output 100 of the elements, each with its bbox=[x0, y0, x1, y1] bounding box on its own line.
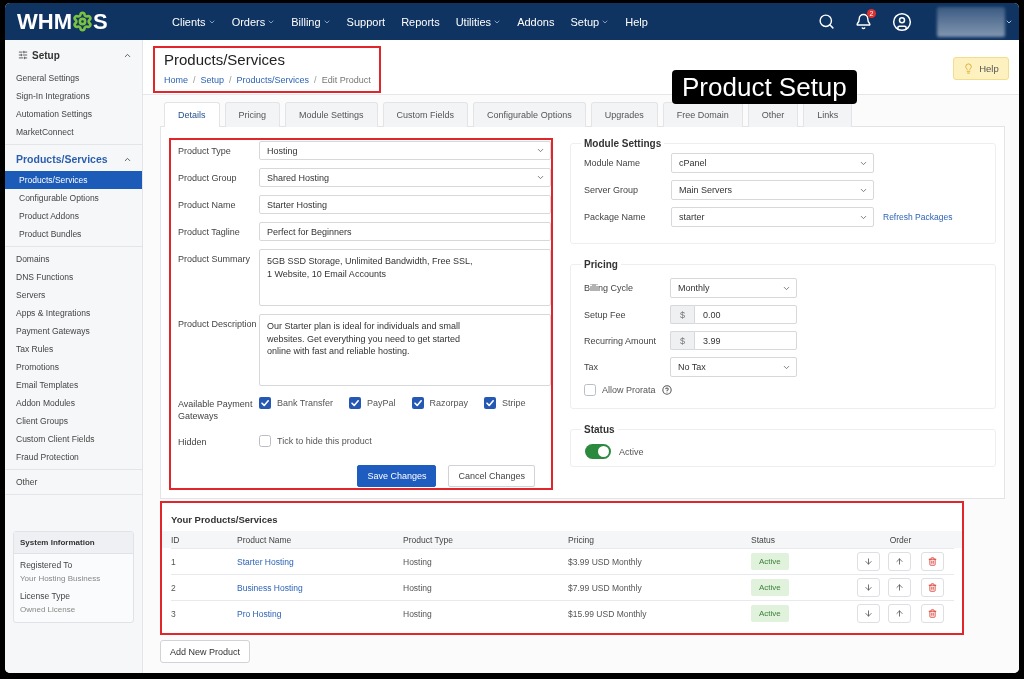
input-field[interactable]: 3.99 bbox=[694, 331, 797, 350]
column-header: Product Name bbox=[237, 534, 292, 545]
product-link[interactable]: Starter Hosting bbox=[237, 556, 294, 567]
move-up-button[interactable] bbox=[888, 552, 911, 571]
checkbox[interactable] bbox=[349, 397, 362, 409]
checkbox[interactable] bbox=[484, 397, 497, 409]
help-button[interactable]: Help bbox=[953, 57, 1009, 80]
sidebar-item[interactable]: Other bbox=[5, 473, 142, 491]
input-field[interactable]: 0.00 bbox=[694, 305, 797, 324]
select-field[interactable]: Main Servers bbox=[671, 180, 874, 200]
checkbox[interactable] bbox=[584, 384, 596, 396]
tab[interactable]: Links bbox=[803, 102, 853, 127]
search-icon[interactable] bbox=[818, 13, 835, 30]
sidebar-item[interactable]: Email Templates bbox=[5, 376, 142, 394]
checkbox-label: Allow Prorata bbox=[602, 385, 656, 395]
blurred-block bbox=[937, 6, 1005, 37]
checkbox[interactable] bbox=[411, 397, 424, 409]
nav-menu-item[interactable]: Clients bbox=[164, 3, 224, 40]
refresh-packages-link[interactable]: Refresh Packages bbox=[883, 212, 953, 222]
arrow-down-icon bbox=[864, 583, 873, 592]
select-field[interactable]: No Tax bbox=[670, 357, 797, 377]
nav-menu-item[interactable]: Reports bbox=[393, 3, 448, 40]
sidebar-item[interactable]: Configurable Options bbox=[5, 189, 142, 207]
input-field[interactable]: Starter Hosting bbox=[259, 195, 551, 214]
checkbox[interactable] bbox=[259, 397, 271, 409]
sidebar-item[interactable]: Automation Settings bbox=[5, 105, 142, 123]
toggle-switch[interactable] bbox=[585, 444, 611, 459]
product-link[interactable]: Business Hosting bbox=[237, 582, 303, 593]
tab[interactable]: Other bbox=[747, 102, 799, 127]
delete-button[interactable] bbox=[921, 578, 944, 597]
product-link[interactable]: Pro Hosting bbox=[237, 608, 282, 619]
sidebar-item[interactable]: Domains bbox=[5, 250, 142, 268]
arrow-up-icon bbox=[895, 583, 904, 592]
nav-menu-item[interactable]: Utilities bbox=[447, 3, 510, 40]
sidebar-item[interactable]: DNS Functions bbox=[5, 268, 142, 286]
lightbulb-icon bbox=[963, 63, 975, 74]
table-cell: $15.99 USD Monthly bbox=[568, 608, 647, 619]
select-field[interactable]: cPanel bbox=[671, 153, 874, 173]
nav-menu-item[interactable]: Billing bbox=[283, 3, 339, 40]
sidebar-item[interactable]: Addon Modules bbox=[5, 394, 142, 412]
checkbox[interactable] bbox=[259, 435, 271, 447]
sidebar-item[interactable]: MarketConnect bbox=[5, 123, 142, 141]
tab[interactable]: Pricing bbox=[224, 102, 281, 127]
sidebar-item[interactable]: Servers bbox=[5, 286, 142, 304]
nav-menu-item[interactable]: Orders bbox=[223, 3, 284, 40]
tab[interactable]: Free Domain bbox=[662, 102, 743, 127]
table-cell: 3 bbox=[171, 608, 176, 619]
select-field[interactable]: Shared Hosting bbox=[259, 168, 551, 187]
breadcrumb-link[interactable]: Products/Services bbox=[236, 73, 310, 87]
nav-menu-item[interactable]: Support bbox=[338, 3, 394, 40]
move-down-button[interactable] bbox=[857, 578, 880, 597]
sidebar-heading[interactable]: Products/Services bbox=[16, 153, 119, 165]
sidebar-item[interactable]: Product Addons bbox=[5, 207, 142, 225]
textarea-field[interactable]: 5GB SSD Storage, Unlimited Bandwidth, Free SSL, 1 Website, 10 Email Accounts bbox=[259, 249, 551, 306]
textarea-field[interactable]: Our Starter plan is ideal for individuals and small websites. Get everything you need to get started online with fast and reliable hosting. bbox=[259, 314, 551, 386]
tab[interactable]: Upgrades bbox=[590, 102, 658, 127]
add-product-button[interactable]: Add New Product bbox=[160, 640, 251, 663]
breadcrumb-link[interactable]: Home bbox=[164, 73, 188, 87]
info-value: Your Hosting Business bbox=[19, 573, 102, 585]
tab[interactable]: Configurable Options bbox=[473, 102, 586, 127]
help-icon[interactable] bbox=[661, 385, 672, 395]
move-down-button[interactable] bbox=[857, 552, 880, 571]
sidebar-item[interactable]: Client Groups bbox=[5, 412, 142, 430]
sidebar-heading[interactable]: Setup bbox=[32, 49, 119, 61]
delete-button[interactable] bbox=[921, 604, 944, 623]
bell-icon[interactable] bbox=[855, 13, 872, 30]
select-field[interactable]: Hosting bbox=[259, 141, 551, 160]
nav-menu-item[interactable]: Addons bbox=[509, 3, 563, 40]
sidebar-item[interactable]: General Settings bbox=[5, 69, 142, 87]
sidebar-item[interactable]: Product Bundles bbox=[5, 225, 142, 243]
select-field[interactable]: starter bbox=[671, 207, 874, 227]
sidebar-item[interactable]: Apps & Integrations bbox=[5, 304, 142, 322]
section-title: Status bbox=[583, 424, 616, 435]
sidebar-item[interactable]: Payment Gateways bbox=[5, 322, 142, 340]
sidebar-item[interactable]: Custom Client Fields bbox=[5, 430, 142, 448]
field-label: Module Name bbox=[584, 157, 642, 169]
chevron-down-icon bbox=[536, 173, 545, 182]
tab[interactable]: Details bbox=[164, 102, 220, 127]
move-down-button[interactable] bbox=[857, 604, 880, 623]
sidebar-item[interactable]: Fraud Protection bbox=[5, 448, 142, 466]
column-header: Status bbox=[751, 534, 776, 545]
sidebar-item[interactable]: Promotions bbox=[5, 358, 142, 376]
save-button[interactable]: Save Changes bbox=[357, 465, 437, 487]
select-field[interactable]: Monthly bbox=[670, 278, 797, 298]
move-up-button[interactable] bbox=[888, 604, 911, 623]
tab[interactable]: Custom Fields bbox=[382, 102, 469, 127]
nav-menu-item[interactable]: Setup bbox=[562, 3, 618, 40]
move-up-button[interactable] bbox=[888, 578, 911, 597]
breadcrumb-link[interactable]: Setup bbox=[200, 73, 225, 87]
sidebar-item[interactable]: Products/Services bbox=[5, 171, 142, 189]
user-icon[interactable] bbox=[892, 11, 912, 32]
breadcrumb-separator: / bbox=[193, 74, 196, 87]
sidebar-item[interactable]: Tax Rules bbox=[5, 340, 142, 358]
sidebar-item[interactable]: Sign-In Integrations bbox=[5, 87, 142, 105]
cancel-button[interactable]: Cancel Changes bbox=[448, 465, 535, 487]
input-field[interactable]: Perfect for Beginners bbox=[259, 222, 551, 241]
tab[interactable]: Module Settings bbox=[285, 102, 378, 127]
nav-menu-item[interactable]: Help bbox=[617, 3, 656, 40]
delete-button[interactable] bbox=[921, 552, 944, 571]
table-cell: $7.99 USD Monthly bbox=[568, 582, 642, 593]
